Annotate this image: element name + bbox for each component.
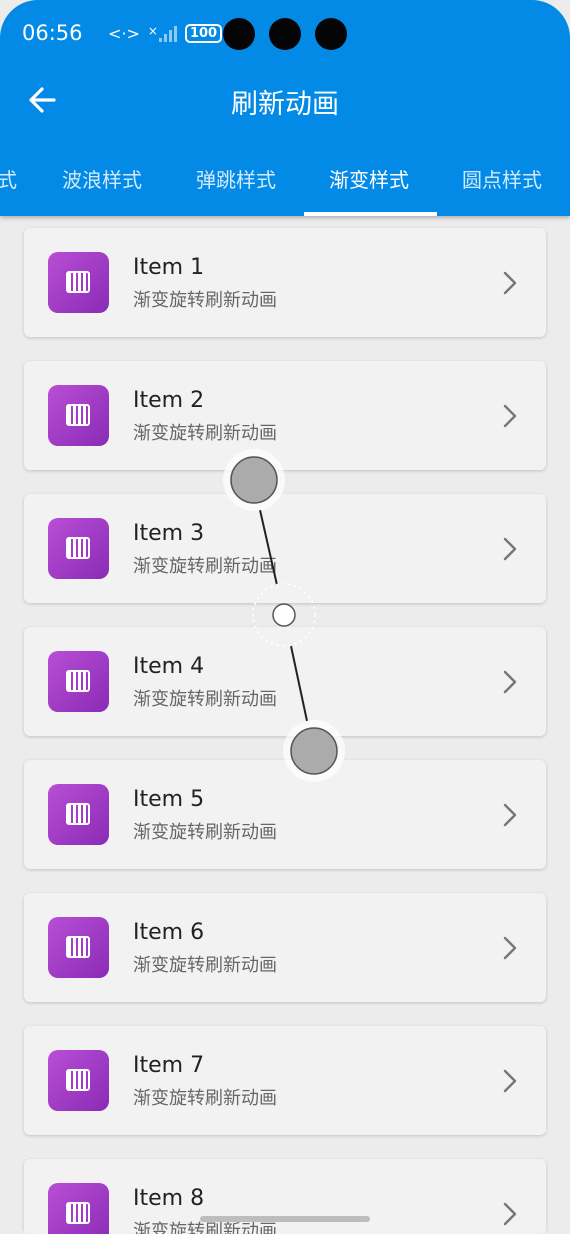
chevron-right-icon: [503, 537, 517, 561]
chevron-right-icon: [503, 936, 517, 960]
gradient-icon: [66, 404, 90, 426]
chevron-right-icon: [503, 271, 517, 295]
gradient-icon: [66, 670, 90, 692]
item-title: Item 1: [133, 255, 205, 280]
status-time: 06:56: [22, 21, 83, 45]
signal-bars: [158, 25, 177, 42]
item-title: Item 2: [133, 388, 205, 413]
item-list: Item 1 渐变旋转刷新动画 Item 2 渐变旋转刷新动画 Item 3 渐…: [24, 228, 546, 1234]
item-subtitle: 渐变旋转刷新动画: [133, 290, 277, 311]
no-signal-mark: ×: [147, 23, 158, 38]
list-item[interactable]: Item 8 渐变旋转刷新动画: [24, 1159, 546, 1234]
gradient-icon: [66, 1202, 90, 1224]
item-subtitle: 渐变旋转刷新动画: [133, 556, 277, 577]
gradient-icon: [66, 803, 90, 825]
list-item[interactable]: Item 3 渐变旋转刷新动画: [24, 494, 546, 603]
chevron-right-icon: [503, 1069, 517, 1093]
status-icons: <·> × 100: [108, 23, 223, 43]
item-thumbnail: [48, 917, 109, 978]
list-item[interactable]: Item 7 渐变旋转刷新动画: [24, 1026, 546, 1135]
item-thumbnail: [48, 385, 109, 446]
list-item[interactable]: Item 2 渐变旋转刷新动画: [24, 361, 546, 470]
list-item[interactable]: Item 5 渐变旋转刷新动画: [24, 760, 546, 869]
list-item[interactable]: Item 6 渐变旋转刷新动画: [24, 893, 546, 1002]
list-item[interactable]: Item 4 渐变旋转刷新动画: [24, 627, 546, 736]
home-indicator: [200, 1216, 370, 1222]
item-thumbnail: [48, 1183, 109, 1234]
item-title: Item 8: [133, 1186, 205, 1211]
camera-cutout: [269, 18, 301, 50]
gradient-icon: [66, 537, 90, 559]
gradient-icon: [66, 1069, 90, 1091]
item-thumbnail: [48, 1050, 109, 1111]
gradient-icon: [66, 271, 90, 293]
camera-cutout: [223, 18, 255, 50]
camera-cutout: [315, 18, 347, 50]
item-thumbnail: [48, 518, 109, 579]
item-subtitle: 渐变旋转刷新动画: [133, 689, 277, 710]
tab-dots[interactable]: 圆点样式: [462, 164, 542, 193]
tab-wave[interactable]: 波浪样式: [62, 164, 142, 193]
tab-bounce[interactable]: 弹跳样式: [196, 164, 276, 193]
screen: 06:56 <·> × 100 刷新动画 式 波浪样式 弹跳样式 渐变样式 圆点…: [0, 0, 570, 1234]
item-subtitle: 渐变旋转刷新动画: [133, 955, 277, 976]
item-subtitle: 渐变旋转刷新动画: [133, 822, 277, 843]
chevron-right-icon: [503, 404, 517, 428]
item-thumbnail: [48, 651, 109, 712]
item-title: Item 4: [133, 654, 205, 679]
item-title: Item 5: [133, 787, 205, 812]
gradient-icon: [66, 936, 90, 958]
item-subtitle: 渐变旋转刷新动画: [133, 423, 277, 444]
signal-icon: ×: [147, 23, 177, 42]
page-title: 刷新动画: [231, 89, 339, 120]
tab-bar: 式 波浪样式 弹跳样式 渐变样式 圆点样式: [0, 150, 570, 216]
item-title: Item 3: [133, 521, 205, 546]
item-title: Item 7: [133, 1053, 205, 1078]
list-item[interactable]: Item 1 渐变旋转刷新动画: [24, 228, 546, 337]
app-bar: 06:56 <·> × 100 刷新动画 式 波浪样式 弹跳样式 渐变样式 圆点…: [0, 0, 570, 216]
tab-partial[interactable]: 式: [0, 164, 17, 193]
item-subtitle: 渐变旋转刷新动画: [133, 1088, 277, 1109]
chevron-right-icon: [503, 670, 517, 694]
item-thumbnail: [48, 252, 109, 313]
tab-gradient[interactable]: 渐变样式: [329, 164, 409, 193]
chevron-right-icon: [503, 1202, 517, 1226]
chevron-right-icon: [503, 803, 517, 827]
item-thumbnail: [48, 784, 109, 845]
data-transfer-icon: <·>: [108, 24, 140, 43]
item-title: Item 6: [133, 920, 205, 945]
tab-indicator: [304, 212, 437, 216]
battery-icon: 100: [184, 24, 223, 43]
